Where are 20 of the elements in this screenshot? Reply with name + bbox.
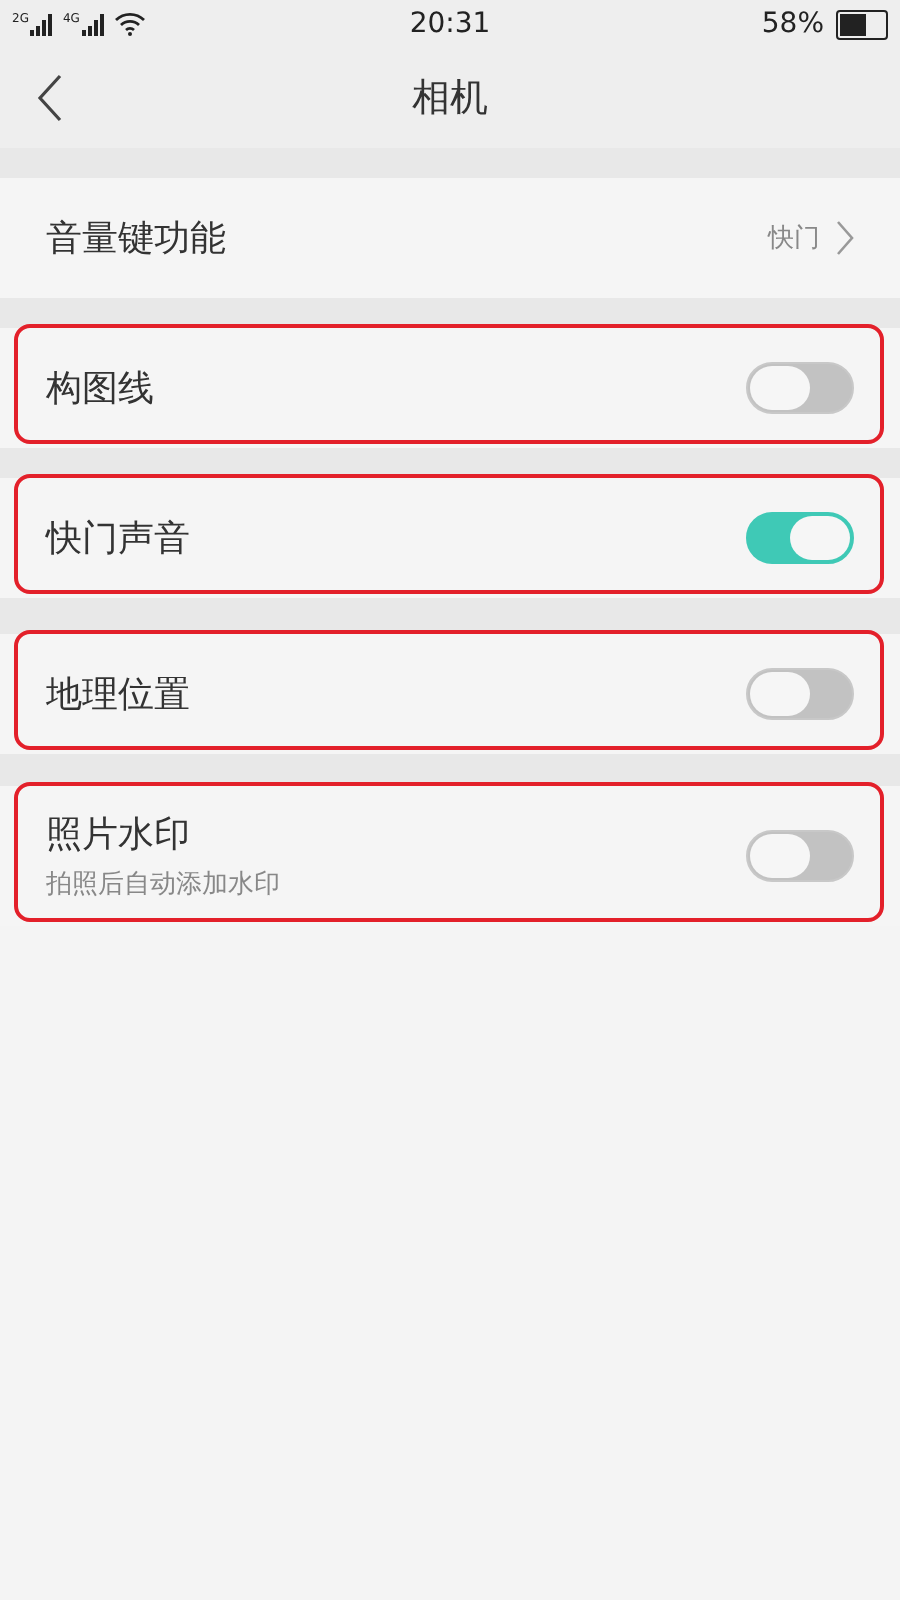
battery-percent: 58% bbox=[761, 8, 824, 40]
back-button[interactable] bbox=[36, 74, 64, 122]
page-title: 相机 bbox=[412, 74, 488, 124]
chevron-icon bbox=[836, 220, 854, 256]
status-time: 20:31 bbox=[409, 8, 491, 40]
setting-value: 快门 bbox=[768, 222, 820, 256]
setting-label: 快门声音 bbox=[46, 516, 192, 562]
setting-label: 音量键功能 bbox=[46, 216, 228, 262]
battery-icon bbox=[836, 9, 888, 39]
toggle-switch[interactable] bbox=[746, 512, 854, 564]
signal-icon bbox=[30, 13, 55, 35]
toggle-switch[interactable] bbox=[746, 830, 854, 882]
wifi-icon bbox=[113, 12, 146, 36]
setting-label: 构图线 bbox=[46, 366, 156, 412]
setting-description: 拍照后自动添加水印 bbox=[46, 868, 282, 902]
toggle-switch[interactable] bbox=[746, 668, 854, 720]
setting-label: 照片水印 bbox=[46, 812, 192, 858]
signal-icon bbox=[81, 13, 106, 35]
setting-label: 地理位置 bbox=[46, 672, 192, 718]
toggle-switch[interactable] bbox=[746, 362, 854, 414]
